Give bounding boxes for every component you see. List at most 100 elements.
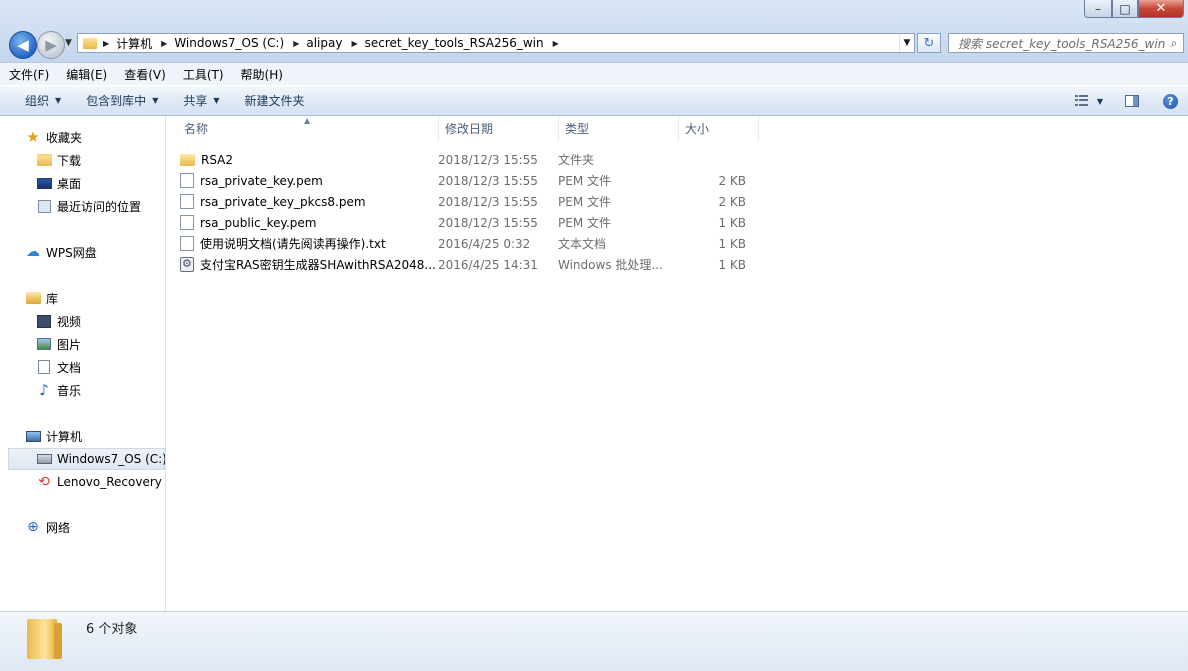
menu-view[interactable]: 查看(V) <box>115 66 174 83</box>
breadcrumb-computer[interactable]: 计算机 <box>116 35 152 52</box>
sidebar-item-videos[interactable]: 视频 <box>36 310 81 332</box>
details-pane: 6 个对象 <box>0 611 1188 671</box>
window-controls: – □ ✕ <box>1084 0 1184 18</box>
help-icon[interactable]: ? <box>1163 93 1178 109</box>
back-button[interactable]: ◀ <box>9 31 37 59</box>
file-date: 2018/12/3 15:55 <box>438 215 538 230</box>
file-name: 支付宝RAS密钥生成器SHAwithRSA2048... <box>200 258 436 272</box>
close-button[interactable]: ✕ <box>1138 0 1184 18</box>
breadcrumb-arrow-icon[interactable]: ▶ <box>161 39 167 48</box>
sidebar-item-label: 文档 <box>57 360 82 375</box>
column-header-label: 修改日期 <box>445 122 494 136</box>
minimize-button[interactable]: – <box>1084 0 1112 18</box>
sidebar-item-music[interactable]: ♪ 音乐 <box>36 379 81 401</box>
search-input[interactable]: 搜索 secret_key_tools_RSA256_win <box>949 35 1165 52</box>
sidebar-item-c-drive[interactable]: Windows7_OS (C:) <box>8 448 165 470</box>
preview-pane-icon[interactable] <box>1125 95 1139 107</box>
organize-button[interactable]: 组织 ▼ <box>12 92 73 109</box>
breadcrumb-arrow-icon[interactable]: ▶ <box>103 39 109 48</box>
download-folder-icon <box>36 154 52 166</box>
include-library-label: 包含到库中 <box>86 94 147 108</box>
sidebar-item-recovery-drive[interactable]: ⟲ Lenovo_Recovery ( <box>36 471 166 493</box>
breadcrumb-arrow-icon[interactable]: ▶ <box>553 39 559 48</box>
sidebar-item-documents[interactable]: 文档 <box>36 356 81 378</box>
file-date: 2016/4/25 0:32 <box>438 236 531 251</box>
picture-icon <box>37 338 51 350</box>
file-type: PEM 文件 <box>558 174 611 188</box>
sidebar-item-favorites[interactable]: ★ 收藏夹 <box>25 126 82 148</box>
document-icon <box>38 360 50 374</box>
network-icon: ⊕ <box>27 519 39 535</box>
file-size: 1 KB <box>718 257 746 272</box>
menu-help[interactable]: 帮助(H) <box>232 66 291 83</box>
address-bar[interactable]: ▶ 计算机 ▶ Windows7_OS (C:) ▶ alipay ▶ secr… <box>77 33 915 53</box>
view-options-icon[interactable] <box>1074 95 1089 107</box>
search-icon[interactable]: ⌕ <box>1165 36 1183 51</box>
file-row[interactable]: 支付宝RAS密钥生成器SHAwithRSA2048... 2016/4/25 1… <box>180 254 746 275</box>
menu-bar: 文件(F) 编辑(E) 查看(V) 工具(T) 帮助(H) <box>0 62 1188 85</box>
address-dropdown-icon[interactable]: ▼ <box>899 34 914 52</box>
file-name: rsa_private_key_pkcs8.pem <box>200 194 366 209</box>
file-row[interactable]: rsa_private_key_pkcs8.pem 2018/12/3 15:5… <box>180 191 746 212</box>
file-row[interactable]: 使用说明文档(请先阅读再操作).txt 2016/4/25 0:32 文本文档 … <box>180 233 746 254</box>
sidebar-item-pictures[interactable]: 图片 <box>36 333 81 355</box>
column-header-modified[interactable]: 修改日期 <box>439 116 559 142</box>
refresh-button[interactable]: ↻ <box>917 33 941 53</box>
file-date: 2018/12/3 15:55 <box>438 152 538 167</box>
column-header-type[interactable]: 类型 <box>559 116 679 142</box>
file-type: PEM 文件 <box>558 195 611 209</box>
file-row[interactable]: rsa_private_key.pem 2018/12/3 15:55 PEM … <box>180 170 746 191</box>
share-button[interactable]: 共享 ▼ <box>170 92 231 109</box>
toolbar-right: ▼ ? <box>1074 86 1178 116</box>
sidebar-item-downloads[interactable]: 下载 <box>36 149 81 171</box>
sidebar-item-recent-places[interactable]: 最近访问的位置 <box>36 195 141 217</box>
sidebar-item-network[interactable]: ⊕ 网络 <box>25 516 70 538</box>
menu-file[interactable]: 文件(F) <box>0 66 57 83</box>
menu-tools[interactable]: 工具(T) <box>174 66 232 83</box>
sidebar-item-label: Windows7_OS (C:) <box>57 452 166 466</box>
menu-edit[interactable]: 编辑(E) <box>57 66 115 83</box>
file-type: PEM 文件 <box>558 216 611 230</box>
video-icon <box>37 314 51 328</box>
file-row[interactable]: rsa_public_key.pem 2018/12/3 15:55 PEM 文… <box>180 212 746 233</box>
chevron-down-icon: ▼ <box>152 96 159 105</box>
explorer-window: – □ ✕ ◀ ▶ ▼ ▶ 计算机 ▶ Windows7_OS (C:) ▶ a… <box>0 0 1188 671</box>
sort-ascending-icon: ▲ <box>304 116 311 125</box>
maximize-button[interactable]: □ <box>1112 0 1138 18</box>
back-arrow-icon: ◀ <box>17 36 29 54</box>
file-name: 使用说明文档(请先阅读再操作).txt <box>200 237 386 251</box>
breadcrumb-arrow-icon[interactable]: ▶ <box>293 39 299 48</box>
file-name: rsa_public_key.pem <box>200 215 317 230</box>
column-header-name[interactable]: ▲ 名称 <box>166 116 439 142</box>
file-size: 2 KB <box>718 194 746 209</box>
breadcrumb-alipay[interactable]: alipay <box>306 36 342 50</box>
folder-icon <box>180 153 195 166</box>
chevron-down-icon[interactable]: ▼ <box>1097 97 1103 106</box>
breadcrumb: ▶ 计算机 ▶ Windows7_OS (C:) ▶ alipay ▶ secr… <box>103 35 566 52</box>
sidebar-item-computer[interactable]: 计算机 <box>25 425 82 447</box>
chevron-down-icon: ▼ <box>55 96 62 105</box>
new-folder-button[interactable]: 新建文件夹 <box>232 92 317 109</box>
sidebar-item-label: Lenovo_Recovery ( <box>57 475 166 489</box>
file-row[interactable]: RSA2 2018/12/3 15:55 文件夹 <box>180 149 746 170</box>
sidebar-item-desktop[interactable]: 桌面 <box>36 172 81 194</box>
sidebar-item-label: WPS网盘 <box>46 245 97 260</box>
file-name: RSA2 <box>201 152 234 167</box>
file-name: rsa_private_key.pem <box>200 173 323 188</box>
file-icon <box>180 215 194 230</box>
forward-arrow-icon: ▶ <box>45 36 57 54</box>
sidebar-item-wps-drive[interactable]: ☁ WPS网盘 <box>25 241 97 263</box>
include-in-library-button[interactable]: 包含到库中 ▼ <box>73 92 170 109</box>
forward-button[interactable]: ▶ <box>37 31 65 59</box>
search-box[interactable]: 搜索 secret_key_tools_RSA256_win ⌕ <box>948 33 1184 53</box>
breadcrumb-arrow-icon[interactable]: ▶ <box>351 39 357 48</box>
computer-icon <box>25 430 41 442</box>
file-size: 2 KB <box>718 173 746 188</box>
column-header-size[interactable]: 大小 <box>679 116 759 142</box>
sidebar-item-label: 下载 <box>57 153 82 168</box>
breadcrumb-current-folder[interactable]: secret_key_tools_RSA256_win <box>365 36 544 50</box>
column-header-label: 类型 <box>565 122 590 136</box>
breadcrumb-c-drive[interactable]: Windows7_OS (C:) <box>174 36 284 50</box>
sidebar-item-libraries[interactable]: 库 <box>25 287 58 309</box>
recent-pages-button[interactable]: ▼ <box>65 38 72 48</box>
